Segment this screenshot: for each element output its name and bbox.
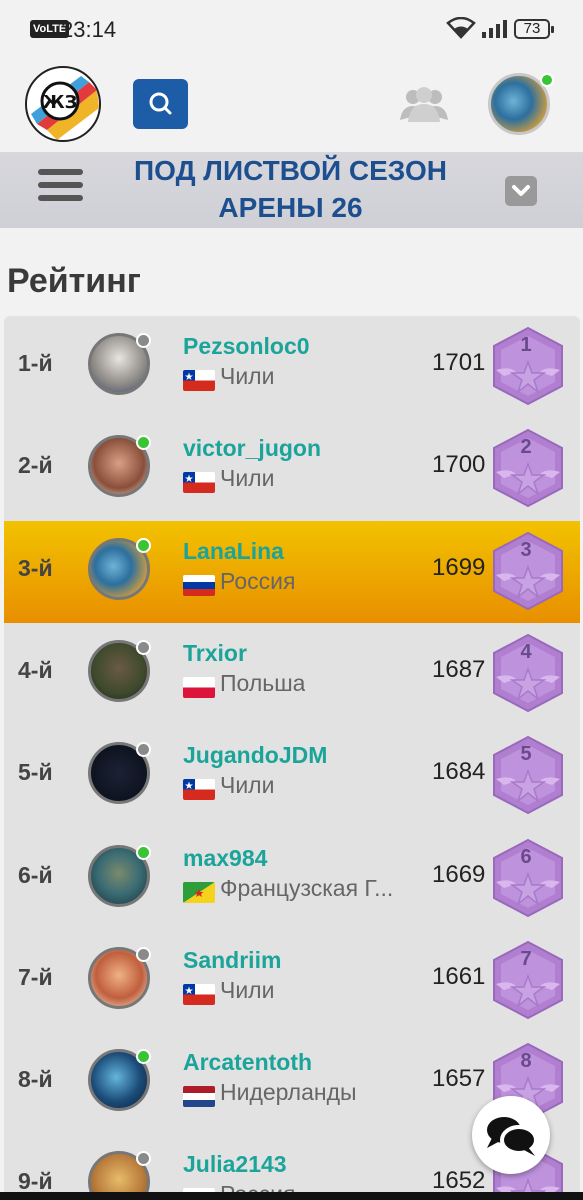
season-dropdown-button[interactable]	[505, 176, 537, 206]
player-score: 1699	[432, 553, 486, 581]
rank-label: 1-й	[18, 350, 53, 376]
player-score: 1684	[432, 758, 486, 786]
chile-flag-icon	[183, 983, 215, 1005]
player-name[interactable]: Sandriim	[183, 947, 281, 974]
leaderboard-row[interactable]: 2-й victor_jugon Чили 1700 2	[4, 418, 580, 520]
offline-status-dot	[136, 946, 151, 962]
player-name[interactable]: Julia2143	[183, 1151, 287, 1178]
rank-badge-number: 4	[520, 640, 532, 663]
rank-label: 4-й	[18, 656, 53, 683]
season-banner: ПОД ЛИСТВОЙ СЕЗОН АРЕНЫ 26	[0, 152, 583, 228]
chat-bubbles-icon	[487, 1117, 538, 1156]
signal-icon	[482, 20, 507, 38]
rank-badge: 1	[490, 326, 566, 406]
season-title-line2: АРЕНЫ 26	[218, 192, 363, 223]
rank-badge-number: 2	[520, 436, 532, 459]
season-title-line1: ПОД ЛИСТВОЙ СЕЗОН	[134, 155, 447, 186]
leaderboard-row[interactable]: 3-й LanaLina Россия 1699 3	[4, 520, 580, 623]
rank-badge: 5	[490, 735, 566, 815]
online-status-dot	[136, 435, 151, 451]
player-score: 1661	[432, 962, 486, 990]
online-status-dot	[136, 537, 151, 553]
player-name[interactable]: victor_jugon	[183, 435, 321, 462]
rank-label: 8-й	[18, 1066, 53, 1093]
rank-label: 3-й	[18, 554, 53, 581]
offline-status-dot	[136, 1151, 151, 1167]
offline-status-dot	[136, 742, 151, 758]
offline-status-dot	[136, 333, 151, 348]
svg-text:ЖЗ: ЖЗ	[43, 92, 78, 113]
clock: 23:14	[61, 17, 117, 42]
leaderboard-row[interactable]: 5-й JugandoJDM Чили 1684 5	[4, 725, 580, 827]
friends-icon[interactable]	[398, 84, 450, 124]
russia-flag-icon	[183, 574, 215, 596]
rank-badge: 3	[490, 531, 566, 611]
leaderboard-list: 1-й Pezsonloc0 Чили 1701 1 2-й victor_ju…	[4, 316, 580, 1200]
leaderboard-row[interactable]: 1-й Pezsonloc0 Чили 1701 1	[4, 316, 580, 418]
player-score: 1687	[432, 655, 486, 683]
rank-badge: 4	[490, 633, 566, 713]
rank-badge: 6	[490, 838, 566, 918]
online-status-dot	[136, 844, 151, 860]
player-score: 1657	[432, 1065, 486, 1093]
player-country: Польша	[220, 669, 306, 696]
player-country: Чили	[220, 976, 275, 1003]
rank-badge-number: 3	[520, 538, 532, 561]
chat-button[interactable]	[472, 1096, 550, 1174]
chile-flag-icon	[183, 370, 215, 391]
chile-flag-icon	[183, 779, 215, 801]
player-country: Нидерланды	[220, 1079, 357, 1106]
player-name[interactable]: LanaLina	[183, 538, 284, 565]
rank-label: 7-й	[18, 963, 53, 990]
player-country: Чили	[220, 772, 275, 799]
rank-badge-number: 1	[520, 334, 532, 356]
netherlands-flag-icon	[183, 1086, 215, 1108]
player-name[interactable]: max984	[183, 845, 267, 872]
rank-badge-number: 5	[520, 743, 532, 766]
online-status-dot	[136, 1049, 151, 1065]
search-icon	[149, 92, 172, 115]
search-button[interactable]	[133, 79, 188, 129]
hamburger-menu-icon[interactable]	[38, 169, 83, 209]
wifi-icon	[446, 17, 476, 39]
rank-label: 5-й	[18, 759, 53, 786]
leaderboard-row[interactable]: 4-й Trxior Польша 1687 4	[4, 623, 580, 725]
player-score: 1700	[432, 451, 486, 479]
rank-badge: 7	[490, 940, 566, 1020]
player-name[interactable]: Pezsonloc0	[183, 333, 310, 360]
player-score: 1701	[432, 349, 486, 376]
status-bar: VoLTE 23:14 73	[0, 0, 583, 58]
player-name[interactable]: Arcatentoth	[183, 1049, 312, 1076]
player-score: 1669	[432, 860, 486, 888]
player-name[interactable]: Trxior	[183, 640, 247, 667]
poland-flag-icon	[183, 676, 215, 698]
player-country: Французская Г...	[220, 874, 394, 901]
page-title: Рейтинг	[7, 262, 141, 300]
chile-flag-icon	[183, 472, 215, 494]
app-header: ЖЗ	[0, 58, 583, 152]
rank-badge-number: 7	[520, 947, 532, 970]
player-name[interactable]: JugandoJDM	[183, 742, 327, 769]
app-logo[interactable]: ЖЗ	[25, 66, 101, 142]
chevron-down-icon	[512, 185, 530, 196]
rank-badge-number: 6	[520, 845, 532, 868]
french-guiana-flag-icon	[183, 881, 215, 903]
leaderboard-row[interactable]: 7-й Sandriim Чили 1661 7	[4, 930, 580, 1032]
player-country: Чили	[220, 465, 275, 492]
offline-status-dot	[136, 639, 151, 655]
rank-label: 6-й	[18, 861, 53, 888]
leaderboard-row[interactable]: 6-й max984 Французская Г... 1669 6	[4, 828, 580, 930]
logo-icon: ЖЗ	[31, 76, 99, 140]
player-country: Чили	[220, 363, 275, 389]
online-status-dot	[540, 73, 554, 87]
battery-indicator: 73	[514, 19, 554, 39]
rank-badge-number: 8	[520, 1050, 532, 1073]
rank-badge: 2	[490, 428, 566, 508]
season-title: ПОД ЛИСТВОЙ СЕЗОН АРЕНЫ 26	[118, 152, 463, 226]
rank-label: 2-й	[18, 452, 53, 479]
player-country: Россия	[220, 567, 296, 594]
system-nav-bar	[0, 1192, 583, 1200]
